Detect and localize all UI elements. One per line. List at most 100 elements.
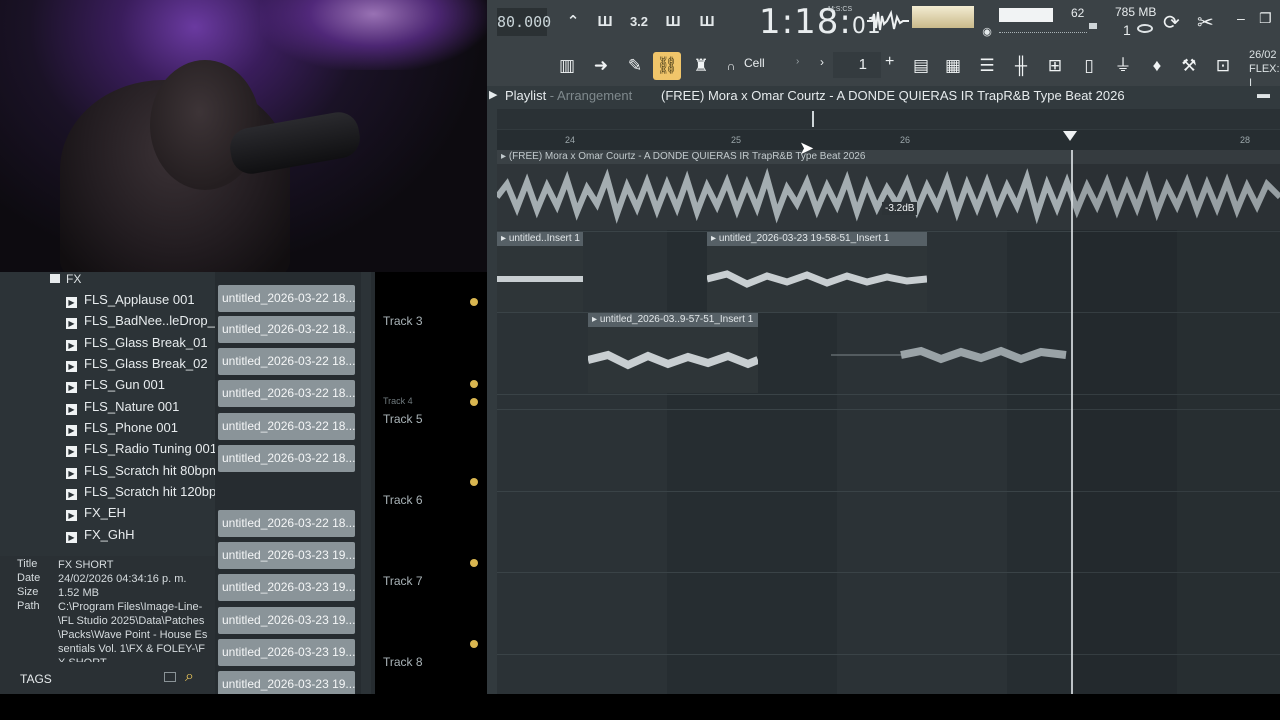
file-icon[interactable]: ▯ xyxy=(1075,52,1103,80)
browser-item[interactable]: ▶ FLS_Nature 001 xyxy=(66,399,179,419)
audio-clip[interactable]: ▸ untitled..Insert 1 xyxy=(497,232,583,312)
track-mute-led[interactable] xyxy=(470,380,478,388)
browser-item[interactable]: ▶ FLS_Scratch hit 80bpm xyxy=(66,463,220,483)
channel-rack-icon[interactable]: ▦ xyxy=(939,52,967,80)
magnet-icon[interactable]: ∩ xyxy=(717,52,745,80)
browser-item[interactable]: ▶ FLS_Radio Tuning 001 xyxy=(66,441,217,461)
cart-icon[interactable]: ⊡ xyxy=(1209,52,1237,80)
link-icon[interactable]: ⛓ xyxy=(653,52,681,80)
plugin-icon[interactable]: ✂ xyxy=(1197,10,1214,35)
pencil-icon[interactable]: ✎ xyxy=(621,52,649,80)
recording-item[interactable]: untitled_2026-03-22 18... xyxy=(218,445,355,472)
step-edit-icon[interactable]: Ш xyxy=(659,10,687,34)
recording-item[interactable]: untitled_2026-03-23 19... xyxy=(218,574,355,601)
list-scrollbar[interactable] xyxy=(361,272,371,694)
browser-item[interactable]: ▶ FX_EH xyxy=(66,505,126,525)
recording-item[interactable]: untitled_2026-03-22 18... xyxy=(218,316,355,343)
pattern-arrow-icon[interactable]: › xyxy=(820,55,824,69)
recording-item[interactable]: untitled_2026-03-22 18... xyxy=(218,413,355,440)
audio-clip[interactable]: ▸ untitled_2026-03..9-57-51_Insert 1 xyxy=(588,313,758,393)
track-lanes[interactable]: ▸ (FREE) Mora x Omar Courtz - A DONDE QU… xyxy=(497,150,1280,694)
recording-item[interactable]: untitled_2026-03-22 18... xyxy=(218,348,355,375)
countdown-icon[interactable]: 3.2 xyxy=(625,10,653,34)
arrangement-song-name[interactable]: (FREE) Mora x Omar Courtz - A DONDE QUIE… xyxy=(661,88,1125,103)
gain-label: -3.2dB xyxy=(882,202,918,215)
time-ruler[interactable]: 24 25 26 28 xyxy=(497,130,1280,150)
tags-label[interactable]: TAGS xyxy=(20,672,52,686)
restore-icon[interactable]: ❐ xyxy=(1259,10,1272,27)
track-mute-led[interactable] xyxy=(470,298,478,306)
info-date-label: Date xyxy=(17,572,41,584)
ruler-bar: 26 xyxy=(900,135,911,145)
playhead-marker[interactable] xyxy=(1063,131,1077,141)
ruler-bar: 28 xyxy=(1240,135,1251,145)
minimize-icon[interactable]: – xyxy=(1237,10,1245,26)
playlist-icon[interactable]: ▤ xyxy=(907,52,935,80)
wait-record-icon[interactable]: Ш xyxy=(591,10,619,34)
browser-item[interactable]: ▶ FLS_Glass Break_02 xyxy=(66,356,208,376)
mixer-icon[interactable]: ☰ xyxy=(973,52,1001,80)
browser-item[interactable]: ▶ FLS_Applause 001 xyxy=(66,292,195,312)
browser-item[interactable]: ▶ FX_GhH xyxy=(66,527,135,547)
track-header[interactable]: Track 5 xyxy=(383,412,423,426)
browser-item[interactable]: ▶ FLS_Glass Break_01 xyxy=(66,335,208,355)
recording-item[interactable]: untitled_2026-03-22 18... xyxy=(218,380,355,407)
track-header[interactable]: Track 7 xyxy=(383,574,423,588)
track-mute-led[interactable] xyxy=(470,640,478,648)
audio-file-icon: ▶ xyxy=(66,382,77,393)
playlist-overview[interactable] xyxy=(497,109,1280,129)
recording-item[interactable]: untitled_2026-03-22 18... xyxy=(218,285,355,312)
snap-arrow-icon[interactable]: › xyxy=(796,56,799,67)
recording-item[interactable]: untitled_2026-03-23 19... xyxy=(218,607,355,634)
browser-item[interactable]: ▶ FLS_BadNee..leDrop_02 xyxy=(66,313,229,333)
waveform-svg xyxy=(497,276,583,282)
track-header[interactable]: Track 6 xyxy=(383,493,423,507)
track-mute-led[interactable] xyxy=(470,559,478,567)
recording-item[interactable]: untitled_2026-03-23 19... xyxy=(218,639,355,666)
tempo-display[interactable]: 80.000 xyxy=(497,8,551,36)
piano-icon[interactable]: ▥ xyxy=(553,52,581,80)
song-position-clock[interactable]: 1:18:01 xyxy=(759,2,882,42)
playhead-line[interactable] xyxy=(1071,150,1073,694)
arrow-icon[interactable]: ➜ xyxy=(587,52,615,80)
track-header[interactable]: Track 3 xyxy=(383,314,423,328)
ruler-bar: 24 xyxy=(565,135,576,145)
bottom-bar xyxy=(0,694,1280,720)
audio-clip[interactable]: ▸ untitled_2026-03-23 19-58-51_Insert 1 xyxy=(707,232,927,312)
folder-icon[interactable] xyxy=(164,672,176,682)
audio-file-icon: ▶ xyxy=(66,468,77,479)
playlist-titlebar[interactable]: ▶ Playlist - Arrangement (FREE) Mora x O… xyxy=(487,86,1280,106)
track-mute-led[interactable] xyxy=(470,478,478,486)
recording-item[interactable]: untitled_2026-03-23 19... xyxy=(218,542,355,569)
track-mute-led[interactable] xyxy=(470,398,478,406)
refresh-icon[interactable]: ⟳ xyxy=(1163,10,1180,35)
stamp-icon[interactable]: ♜ xyxy=(687,52,715,80)
plug-icon[interactable]: ⏚ xyxy=(1109,52,1137,80)
browser-item[interactable]: ▶ FLS_Gun 001 xyxy=(66,377,165,397)
track-header[interactable]: Track 8 xyxy=(383,655,423,669)
fader-icon[interactable]: ╫ xyxy=(1007,52,1035,80)
search-icon[interactable]: ⌕ xyxy=(185,668,194,686)
browser-item[interactable]: ▶ FLS_Scratch hit 120bpm xyxy=(66,484,227,504)
light-glow xyxy=(260,0,487,70)
playlist-minimize-icon[interactable]: ▬ xyxy=(1257,86,1270,101)
audio-file-icon: ▶ xyxy=(66,297,77,308)
pattern-selector[interactable]: 1 xyxy=(833,52,881,78)
add-pattern-icon[interactable]: + xyxy=(885,53,894,71)
playlist-window: ▶ Playlist - Arrangement (FREE) Mora x O… xyxy=(487,86,1280,694)
loop-record-icon[interactable]: Ш xyxy=(693,10,721,34)
snap-value[interactable]: Cell xyxy=(744,56,765,70)
browser-folder[interactable]: FX xyxy=(50,272,81,286)
eye-icon[interactable]: ◉ xyxy=(973,20,1001,44)
browser-item-name: FLS_Applause 001 xyxy=(84,292,195,307)
track-header[interactable]: Track 4 xyxy=(383,396,413,406)
browser-item[interactable]: ▶ FLS_Phone 001 xyxy=(66,420,178,440)
recording-item[interactable]: untitled_2026-03-22 18... xyxy=(218,510,355,537)
overview-position[interactable] xyxy=(812,111,814,127)
browser-icon[interactable]: ⊞ xyxy=(1041,52,1069,80)
tools-icon[interactable]: ⚒ xyxy=(1175,52,1203,80)
playlist-menu-icon[interactable]: ▶ xyxy=(489,88,497,101)
tuner-icon[interactable]: ♦ xyxy=(1143,52,1171,80)
audio-file-icon: ▶ xyxy=(66,404,77,415)
metronome-icon[interactable]: ⌃ xyxy=(559,10,587,34)
